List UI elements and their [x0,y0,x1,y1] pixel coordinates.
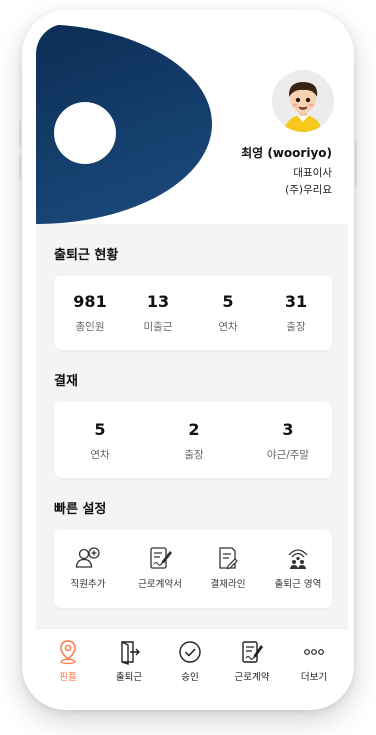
location-pin-icon [60,640,76,665]
quick-contract[interactable]: 근로계약서 [128,546,192,590]
quick-attendance-area[interactable]: 출퇴근 영역 [266,546,330,590]
stat-label: 연차 [90,449,110,461]
approval-overtime[interactable]: 3 야근/주말 [250,420,326,462]
tab-more[interactable]: 더보기 [284,639,344,683]
quick-add-employee[interactable]: 직원추가 [56,546,120,590]
avatar-illustration-icon [272,70,334,132]
attendance-title: 출퇴근 현황 [54,248,119,263]
document-edit-icon [219,547,238,570]
profile-company: (주)우리요 [285,184,332,196]
avatar[interactable] [272,70,334,132]
stat-value: 13 [146,292,170,311]
contract-icon [150,547,172,569]
stat-label: 야근/주말 [266,449,310,461]
stat-label: 출장 [286,321,306,333]
stat-label: 총인원 [75,321,105,333]
stat-label: 출장 [184,449,204,461]
stat-absent[interactable]: 13 미출근 [130,292,186,334]
bottom-tab-bar: 핀플 출퇴근 승인 근로계약 더보기 [36,628,348,696]
volume-down-key [19,154,22,180]
geofence-icon [288,549,308,569]
tab-label: 출퇴근 [115,672,143,683]
power-key [354,140,357,186]
contract-icon [242,641,263,663]
approval-business-trip[interactable]: 2 출장 [164,420,224,462]
more-dots-icon [304,649,324,655]
quick-label: 출퇴근 영역 [274,579,322,590]
check-circle-icon [179,641,201,663]
quick-settings-title: 빠른 설정 [54,502,107,517]
tab-pinple[interactable]: 핀플 [38,639,98,683]
stat-label: 미출근 [143,321,173,333]
tab-label: 승인 [181,672,199,683]
quick-approval-line[interactable]: 결재라인 [196,546,260,590]
tab-approve[interactable]: 승인 [160,639,220,683]
stat-value: 981 [73,292,107,311]
stat-business-trip[interactable]: 31 출장 [268,292,324,334]
stat-total[interactable]: 981 총인원 [62,292,118,334]
approval-leave[interactable]: 5 연차 [70,420,130,462]
attendance-card: 981 총인원 13 미출근 5 연차 31 출장 [54,276,332,350]
tab-label: 더보기 [300,672,328,683]
quick-label: 직원추가 [70,579,106,590]
tab-label: 핀플 [59,672,77,683]
profile-header: 최영 (wooriyo) 대표이사 (주)우리요 [36,24,348,224]
stat-leave[interactable]: 5 연차 [200,292,256,334]
stat-value: 31 [284,292,308,311]
quick-label: 근로계약서 [138,579,182,590]
stat-label: 연차 [218,321,238,333]
quick-label: 결재라인 [210,579,246,590]
profile-role: 대표이사 [293,167,332,179]
door-exit-icon [121,641,140,665]
profile-name: 최영 (wooriyo) [241,146,332,160]
stat-value: 5 [222,292,234,311]
tab-attendance[interactable]: 출퇴근 [99,639,159,683]
stat-value: 5 [94,420,106,439]
app-screen: 최영 (wooriyo) 대표이사 (주)우리요 출퇴근 현황 981 총인원 … [36,24,348,696]
tab-label: 근로계약 [234,672,270,683]
volume-up-key [19,120,22,146]
approval-card: 5 연차 2 출장 3 야근/주말 [54,402,332,478]
approval-title: 결재 [54,374,78,389]
brand-logo-shape [36,24,212,224]
add-user-icon [75,547,100,568]
quick-settings-card: 직원추가 근로계약서 결재라인 출퇴근 영역 [54,530,332,608]
stat-value: 2 [188,420,200,439]
stat-value: 3 [282,420,294,439]
tab-contract[interactable]: 근로계약 [222,639,282,683]
